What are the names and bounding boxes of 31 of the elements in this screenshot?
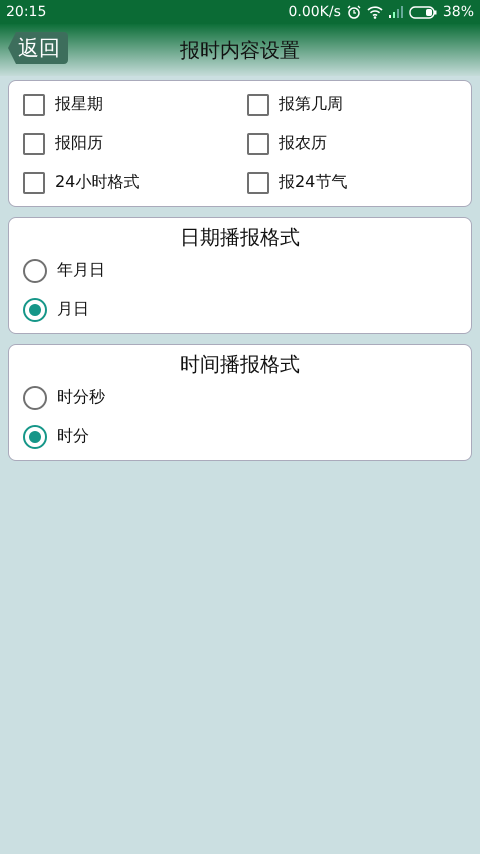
- choice-label: 年月日: [57, 260, 105, 281]
- choice-label: 月日: [57, 299, 89, 320]
- alarm-icon: [346, 5, 361, 19]
- option-label: 报阳历: [55, 133, 103, 154]
- checkbox[interactable]: [247, 132, 269, 154]
- option-label: 报农历: [279, 133, 327, 154]
- status-time: 20:15: [6, 4, 46, 20]
- checkbox[interactable]: [247, 94, 269, 116]
- signal-icon: [388, 6, 403, 18]
- choice-label: 时分秒: [57, 387, 105, 408]
- section-title: 时间播报格式: [179, 351, 301, 378]
- option-label: 报24节气: [279, 172, 348, 193]
- wifi-icon: [366, 6, 383, 18]
- checkbox[interactable]: [23, 132, 45, 154]
- page-title: 报时内容设置: [180, 36, 300, 64]
- radio-button[interactable]: [23, 386, 47, 410]
- option-label: 24小时格式: [55, 172, 140, 193]
- battery-level: 38%: [442, 4, 474, 20]
- option-label: 报第几周: [279, 94, 343, 115]
- checkbox[interactable]: [23, 94, 45, 116]
- radio-button[interactable]: [23, 424, 47, 448]
- section-title: 日期播报格式: [179, 224, 301, 251]
- checkbox[interactable]: [247, 172, 269, 194]
- battery-icon: [408, 6, 437, 18]
- checkbox[interactable]: [23, 172, 45, 194]
- choice-label: 时分: [57, 426, 89, 447]
- network-speed: 0.00K/s: [288, 4, 341, 20]
- radio-button[interactable]: [23, 258, 47, 282]
- option-label: 报星期: [55, 94, 103, 115]
- radio-button[interactable]: [23, 298, 47, 322]
- back-button[interactable]: 返回: [8, 32, 68, 64]
